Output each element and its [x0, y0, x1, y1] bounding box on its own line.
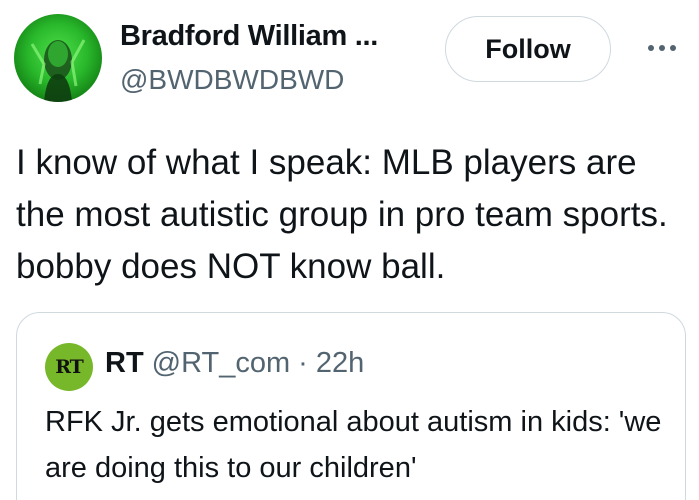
follow-button[interactable]: Follow — [445, 16, 611, 82]
rt-logo-icon[interactable]: RT — [45, 343, 93, 391]
quoted-tweet-card[interactable]: RT RT @RT_com · 22h RFK Jr. gets emotion… — [16, 312, 686, 500]
quoted-author-name[interactable]: RT — [105, 347, 144, 380]
dot-icon — [659, 45, 665, 51]
dot-icon — [670, 45, 676, 51]
author-handle[interactable]: @BWDBWDBWD — [120, 64, 344, 96]
quoted-author-handle[interactable]: @RT_com — [152, 347, 291, 380]
profile-photo-icon — [30, 39, 86, 102]
tweet-container: Bradford William ... @BWDBWDBWD Follow I… — [0, 0, 699, 500]
more-options-icon[interactable] — [640, 30, 684, 66]
quoted-tweet-header: RT @RT_com · 22h — [105, 347, 364, 380]
author-avatar[interactable] — [14, 14, 102, 102]
dot-icon — [648, 45, 654, 51]
tweet-text: I know of what I speak: MLB players are … — [16, 143, 668, 286]
quoted-tweet-text: RFK Jr. gets emotional about autism in k… — [45, 406, 662, 484]
separator-dot: · — [298, 347, 308, 379]
author-display-name[interactable]: Bradford William ... — [120, 20, 378, 53]
quoted-tweet-time[interactable]: 22h — [316, 347, 364, 380]
